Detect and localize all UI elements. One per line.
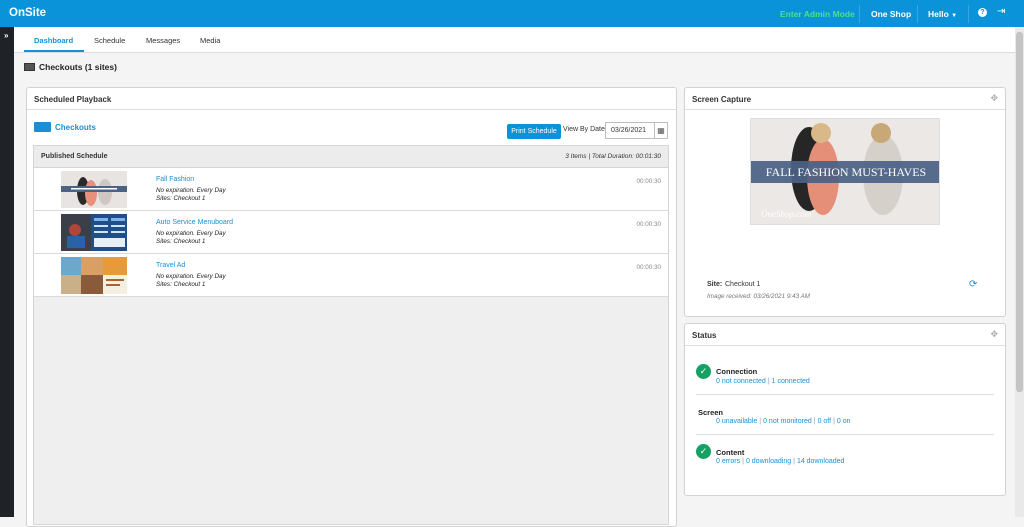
- on-link[interactable]: 0 on: [837, 418, 851, 425]
- connection-links: 0 not connected | 1 connected: [716, 378, 810, 385]
- user-menu[interactable]: Hello ▼: [928, 9, 957, 19]
- row-title[interactable]: Fall Fashion: [156, 176, 194, 183]
- row-title[interactable]: Travel Ad: [156, 262, 185, 269]
- divider: [696, 394, 994, 395]
- site-label: Site:: [707, 281, 723, 288]
- panel-header: Screen Capture ✥: [685, 88, 1005, 110]
- shop-selector[interactable]: One Shop: [871, 9, 911, 19]
- check-circle-icon: ✓: [696, 444, 711, 459]
- row-duration: 00:00:30: [636, 221, 661, 228]
- downloading-link[interactable]: 0 downloading: [746, 458, 791, 465]
- table-row[interactable]: Travel Ad No expiration. Every Day Sites…: [34, 254, 668, 297]
- page-scrollbar[interactable]: [1015, 27, 1024, 517]
- active-tab-indicator: [24, 50, 84, 52]
- enter-admin-mode-link[interactable]: Enter Admin Mode: [780, 9, 855, 19]
- panel-header: Scheduled Playback: [27, 88, 676, 110]
- user-menu-label: Hello: [928, 9, 949, 19]
- table-row[interactable]: Fall Fashion No expiration. Every Day Si…: [34, 168, 668, 211]
- connected-link[interactable]: 1 connected: [772, 378, 810, 385]
- downloaded-link[interactable]: 14 downloaded: [797, 458, 845, 465]
- capture-brand-text: OneShop.com: [761, 209, 812, 219]
- panel-title: Status: [692, 331, 717, 340]
- connection-title: Connection: [716, 367, 758, 376]
- panel-title: Screen Capture: [692, 95, 752, 104]
- schedule-header: Published Schedule 3 Items | Total Durat…: [34, 146, 668, 168]
- not-monitored-link[interactable]: 0 not monitored: [763, 418, 812, 425]
- refresh-icon[interactable]: ⟳: [969, 279, 977, 290]
- caret-down-icon: ▼: [951, 13, 958, 19]
- scrollbar-thumb[interactable]: [1016, 32, 1023, 392]
- row-sites: Sites: Checkout 1: [156, 195, 206, 202]
- screen-links: 0 unavailable | 0 not monitored | 0 off | 0 on: [716, 418, 851, 425]
- schedule-summary: 3 Items | Total Duration: 00:01:30: [565, 153, 661, 160]
- row-sites: Sites: Checkout 1: [156, 238, 206, 245]
- tab-dashboard[interactable]: Dashboard: [34, 36, 73, 45]
- brand-logo[interactable]: OnSite: [9, 7, 46, 19]
- divider: [696, 434, 994, 435]
- check-circle-icon: ✓: [696, 364, 711, 379]
- not-connected-link[interactable]: 0 not connected: [716, 378, 766, 385]
- screen-title: Screen: [698, 408, 724, 417]
- move-icon[interactable]: ✥: [990, 329, 998, 340]
- view-by-date-label: View By Date: [563, 126, 605, 133]
- category-color-swatch: [34, 122, 51, 132]
- travel-ad-thumbnail: [61, 257, 127, 294]
- content-links: 0 errors | 0 downloading | 14 downloaded: [716, 458, 844, 465]
- sign-out-icon[interactable]: ⇥: [997, 6, 1005, 17]
- image-received-text: Image received: 03/26/2021 9:43 AM: [707, 293, 811, 300]
- screen-capture-image[interactable]: FALL FASHION MUST-HAVES OneShop.com: [750, 118, 940, 225]
- header-divider: [968, 5, 969, 23]
- question-circle-icon[interactable]: ?: [978, 8, 987, 17]
- header-divider: [859, 5, 860, 23]
- table-row[interactable]: Auto Service Menuboard No expiration. Ev…: [34, 211, 668, 254]
- tab-bar: Dashboard Schedule Messages Media: [14, 27, 1015, 53]
- panel-header: Status ✥: [685, 324, 1005, 346]
- row-expiration: No expiration. Every Day: [156, 273, 226, 280]
- published-schedule: Published Schedule 3 Items | Total Durat…: [33, 145, 669, 525]
- row-expiration: No expiration. Every Day: [156, 230, 226, 237]
- panel-title: Scheduled Playback: [34, 95, 112, 104]
- off-link[interactable]: 0 off: [818, 418, 832, 425]
- scheduled-playback-panel: Scheduled Playback Checkouts Print Sched…: [26, 87, 677, 527]
- row-duration: 00:00:30: [636, 264, 661, 271]
- tab-schedule[interactable]: Schedule: [94, 36, 125, 45]
- monitor-icon: [24, 63, 35, 71]
- calendar-icon[interactable]: ▦: [655, 122, 668, 139]
- print-schedule-button[interactable]: Print Schedule: [507, 124, 561, 139]
- page-title-text: Checkouts (1 sites): [39, 62, 117, 72]
- row-expiration: No expiration. Every Day: [156, 187, 226, 194]
- auto-service-thumbnail: [61, 214, 127, 251]
- screen-capture-panel: Screen Capture ✥ FALL FASHION MUST-HAVES…: [684, 87, 1006, 317]
- page-title: Checkouts (1 sites): [24, 62, 117, 72]
- move-icon[interactable]: ✥: [990, 93, 998, 104]
- category-link[interactable]: Checkouts: [55, 123, 96, 132]
- top-bar: OnSite Enter Admin Mode One Shop Hello ▼…: [0, 0, 1024, 27]
- date-input[interactable]: [605, 122, 655, 139]
- site-value: Checkout 1: [725, 281, 761, 288]
- content-title: Content: [716, 448, 745, 457]
- sidebar-rail: »: [0, 27, 14, 517]
- row-title[interactable]: Auto Service Menuboard: [156, 219, 233, 226]
- schedule-title: Published Schedule: [41, 153, 108, 160]
- capture-banner-text: FALL FASHION MUST-HAVES: [766, 165, 926, 179]
- chevron-double-right-icon[interactable]: »: [4, 31, 8, 40]
- row-duration: 00:00:30: [636, 178, 661, 185]
- header-divider: [917, 5, 918, 23]
- row-sites: Sites: Checkout 1: [156, 281, 206, 288]
- fall-fashion-thumbnail: [61, 171, 127, 208]
- tab-media[interactable]: Media: [200, 36, 220, 45]
- errors-link[interactable]: 0 errors: [716, 458, 740, 465]
- status-panel: Status ✥ ✓ Connection 0 not connected | 1 …: [684, 323, 1006, 496]
- tab-messages[interactable]: Messages: [146, 36, 180, 45]
- unavailable-link[interactable]: 0 unavailable: [716, 418, 757, 425]
